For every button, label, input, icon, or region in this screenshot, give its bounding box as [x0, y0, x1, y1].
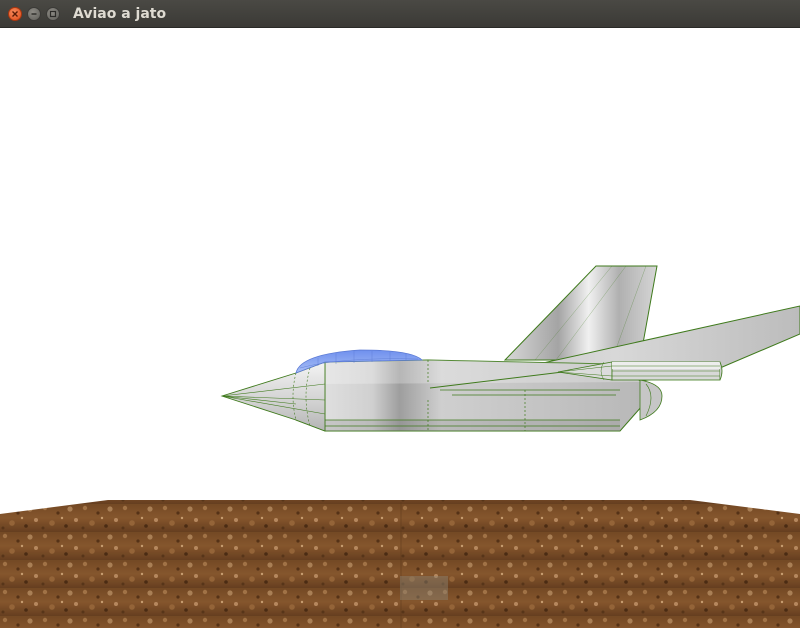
maximize-icon — [49, 10, 57, 18]
close-icon — [12, 11, 18, 17]
opengl-viewport[interactable] — [0, 28, 800, 628]
app-window: Aviao a jato — [0, 0, 800, 628]
close-button[interactable] — [8, 7, 22, 21]
minimize-button[interactable] — [27, 7, 41, 21]
title-bar[interactable]: Aviao a jato — [0, 0, 800, 28]
jet-aircraft — [220, 265, 800, 432]
maximize-button[interactable] — [46, 7, 60, 21]
ground-plane — [0, 500, 800, 628]
scene-canvas — [0, 265, 800, 628]
window-title: Aviao a jato — [73, 6, 167, 22]
minimize-icon — [31, 13, 37, 15]
